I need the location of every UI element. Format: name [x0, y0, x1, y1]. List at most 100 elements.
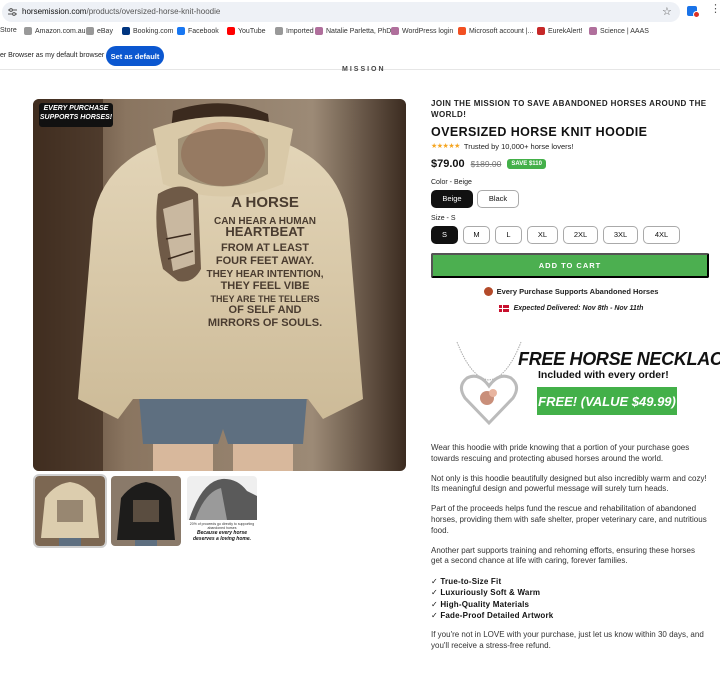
bookmark-label: EurekAlert! [548, 27, 583, 35]
bookmark-favicon-icon [122, 27, 130, 35]
bookmark-item[interactable]: Natalie Parletta, PhD [315, 27, 391, 35]
bookmark-item[interactable]: Microsoft account |... [458, 27, 533, 35]
bookmark-favicon-icon [275, 27, 283, 35]
bookmark-label: Amazon.com.au [35, 27, 86, 35]
delivery-row: Expected Delivered: Nov 8th - Nov 11th [431, 304, 711, 312]
size-option-4xl[interactable]: 4XL [643, 225, 680, 244]
bookmark-item[interactable]: Facebook [177, 27, 219, 35]
thumbnail-promo[interactable]: 20% of proceeds go directly to supportin… [187, 476, 257, 546]
size-label: Size - S [431, 214, 456, 222]
thumbnail-strip: 20% of proceeds go directly to supportin… [33, 474, 257, 548]
supports-row: Every Purchase Supports Abandoned Horses [431, 286, 711, 296]
set-as-default-button[interactable]: Set as default [106, 46, 164, 66]
bookmark-label: Imported [286, 27, 314, 35]
product-info: JOIN THE MISSION TO SAVE ABANDONED HORSE… [431, 99, 711, 312]
bookmarks-bar: Store Amazon.com.au eBay Booking.com Faceboo… [0, 24, 720, 40]
badge-line-2: SUPPORTS HORSES! [39, 113, 113, 121]
notification-badge [693, 11, 700, 18]
necklace-subhead: Included with every order! [538, 369, 669, 381]
omnibox[interactable]: horsemission.com/products/oversized-hors… [2, 2, 680, 22]
shirt-print-line: HEARTBEAT [225, 224, 304, 239]
product-main-image[interactable]: A HORSE CAN HEAR A HUMAN HEARTBEAT FROM AT … [33, 99, 406, 471]
color-label: Color - Beige [431, 178, 472, 186]
bookmark-item[interactable]: Booking.com [122, 27, 173, 35]
shirt-print-line: THEY HEAR INTENTION, [206, 269, 323, 280]
refund-paragraph: If you're not in LOVE with your purchase… [431, 629, 704, 650]
rating-row: ★★★★★ Trusted by 10,000+ horse lovers! [431, 142, 711, 151]
bookmark-label: WordPress login [402, 27, 454, 35]
horse-emoji-icon [483, 286, 493, 296]
bookmark-label: Facebook [188, 27, 219, 35]
bookmark-favicon-icon [391, 27, 399, 35]
color-options: Beige Black [431, 189, 711, 208]
size-option-xl[interactable]: XL [527, 225, 558, 244]
badge-line-1: EVERY PURCHASE [43, 105, 109, 112]
bookmark-label: YouTube [238, 27, 266, 35]
color-option-beige[interactable]: Beige [431, 189, 473, 208]
bookmark-item[interactable]: Science | AAAS [589, 27, 649, 35]
bookmark-item[interactable]: Amazon.com.au [24, 27, 86, 35]
price-row: $79.00 $189.00 SAVE $110 [431, 158, 711, 170]
checklist-item: ✓ High-Quality Materials [431, 599, 530, 609]
description-paragraph: Part of the proceeds helps fund the resc… [431, 504, 707, 535]
bookmark-label: Natalie Parletta, PhD [326, 27, 392, 35]
necklace-headline: FREE HORSE NECKLACE [518, 349, 720, 369]
description-paragraph: Another part supports training and rehom… [431, 545, 696, 566]
infobar-text: er Browser as my default browser [0, 52, 105, 59]
size-option-m[interactable]: M [463, 225, 490, 244]
thumbnail-caption-small: 20% of proceeds go directly to supportin… [189, 522, 255, 530]
bookmark-item[interactable]: eBay [86, 27, 113, 35]
compare-price: $189.00 [470, 158, 502, 169]
thumbnail-black[interactable] [111, 476, 181, 546]
shirt-print-line: OF SELF AND [229, 304, 302, 316]
save-badge: SAVE $110 [507, 158, 546, 169]
shirt-print-line: MIRRORS OF SOULS. [208, 317, 322, 329]
bookmark-favicon-icon [537, 27, 545, 35]
bookmark-item[interactable]: Store [0, 27, 17, 34]
bookmark-favicon-icon [315, 27, 323, 35]
browser-menu-icon[interactable]: ⋮ [710, 4, 720, 15]
url-text[interactable]: horsemission.com/products/oversized-hors… [22, 7, 220, 16]
size-options: S M L XL 2XL 3XL 4XL [431, 225, 711, 244]
necklace-value-badge[interactable]: FREE! (VALUE $49.99) [537, 387, 677, 415]
bookmark-item[interactable]: Imported [275, 27, 314, 35]
supports-text: Every Purchase Supports Abandoned Horses [496, 286, 659, 296]
bookmark-favicon-icon [589, 27, 597, 35]
size-option-3xl[interactable]: 3XL [603, 225, 638, 244]
product-title: OVERSIZED HORSE KNIT HOODIE [431, 124, 648, 139]
bookmark-label: Science | AAAS [600, 27, 649, 35]
bookmark-label: eBay [97, 27, 113, 35]
bookmark-item[interactable]: WordPress login [391, 27, 453, 35]
flag-icon [498, 304, 509, 312]
bookmark-favicon-icon [458, 27, 466, 35]
store-logo[interactable]: MISSION [342, 66, 386, 73]
shirt-print-line: THEY ARE THE TELLERS [210, 294, 319, 304]
bookmark-label: Microsoft account |... [469, 27, 534, 35]
delivery-text: Expected Delivered: Nov 8th - Nov 11th [513, 304, 644, 312]
bookmark-star-icon[interactable]: ☆ [662, 7, 672, 18]
size-option-2xl[interactable]: 2XL [563, 225, 598, 244]
feature-checklist: ✓ True-to-Size Fit ✓ Luxuriously Soft & … [431, 576, 707, 621]
site-settings-icon[interactable] [8, 8, 17, 16]
rating-stars-icon: ★★★★★ [431, 143, 460, 151]
bookmark-item[interactable]: YouTube [227, 27, 266, 35]
shirt-print-line: THEY FEEL VIBE [221, 280, 310, 292]
size-option-l[interactable]: L [495, 225, 522, 244]
bookmark-favicon-icon [24, 27, 32, 35]
color-option-black[interactable]: Black [477, 189, 519, 208]
bookmark-favicon-icon [227, 27, 235, 35]
product-description: Wear this hoodie with pride knowing that… [431, 443, 707, 661]
bookmark-favicon-icon [177, 27, 185, 35]
size-option-s[interactable]: S [431, 225, 458, 244]
bookmark-item[interactable]: EurekAlert! [537, 27, 583, 35]
shirt-print-line: FROM AT LEAST [221, 242, 309, 254]
bookmark-label: Booking.com [133, 27, 174, 35]
sale-price: $79.00 [431, 157, 465, 170]
add-to-cart-button[interactable]: ADD TO CART [431, 252, 709, 278]
checklist-item: ✓ Luxuriously Soft & Warm [431, 588, 541, 598]
address-bar: horsemission.com/products/oversized-hors… [0, 0, 720, 24]
description-paragraph: Wear this hoodie with pride knowing that… [431, 443, 690, 463]
rating-text: Trusted by 10,000+ horse lovers! [463, 141, 574, 151]
thumbnail-beige[interactable] [33, 474, 107, 548]
free-necklace-banner[interactable]: FREE HORSE NECKLACE Included with every … [431, 338, 720, 428]
